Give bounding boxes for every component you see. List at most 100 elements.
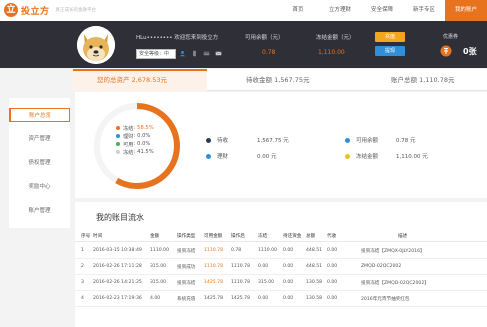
ledger-cell-time: 2016-02-23 17:19:36 [93, 296, 142, 301]
nav-invest[interactable]: 立方理财 [319, 0, 361, 21]
ledger-row-divider [75, 274, 487, 275]
page-root: 立 投立方 真正成长的金融平台 首页 立方理财 安全保障 新手专区 我的账户 H… [0, 0, 487, 327]
card-verify-icon[interactable] [203, 50, 210, 57]
logo-mark-icon: 立 [4, 3, 18, 17]
sidebar-item-account[interactable]: 账户管理 [9, 204, 70, 218]
ledger-header [75, 231, 487, 242]
ledger-header-time: 时间 [93, 234, 103, 239]
ledger-cell-total: 130.58 [306, 296, 323, 301]
ledger-cell-time: 2016-03-15 10:38:49 [93, 248, 142, 253]
ledger-cell-after: 1425.78 [231, 296, 250, 301]
legend-dot-icon [116, 126, 120, 130]
legend-item: 冻结: 41.5% [116, 148, 154, 156]
legend-dot-icon [116, 150, 120, 154]
logo-slogan: 真正成长的金融平台 [55, 8, 97, 13]
ledger-cell-collect: 0.00 [327, 280, 338, 285]
user-verify-icon[interactable] [179, 50, 186, 57]
frozen-item: 冻结金额 [345, 152, 378, 160]
ledger-cell-frozen: 0.00 [258, 264, 269, 269]
donut-legend: 冻结: 58.5% 理财: 0.0% 可用: 0.0% 冻结: 41.5% [116, 124, 154, 156]
email-verify-icon[interactable] [215, 50, 222, 57]
legend-item: 冻结: 58.5% [116, 124, 154, 132]
avatar[interactable] [77, 26, 115, 64]
legend-dot-icon [116, 134, 120, 138]
finance-dot-icon [206, 153, 211, 159]
logo[interactable]: 立 投立方 真正成长的金融平台 [4, 3, 96, 17]
ledger-cell-due: 0.00 [283, 296, 294, 301]
ledger-cell-available: 1110.78 [204, 264, 223, 269]
ledger-cell-frozen: 315.00 [258, 280, 275, 285]
available-dot-icon [345, 137, 350, 143]
ledger-cell-desc: 2016年元宵节抽奖红包 [361, 297, 410, 302]
ledger-cell-due: 0.00 [283, 280, 294, 285]
ledger-title: 我的账目流水 [96, 213, 144, 222]
ledger-cell-available: 1110.78 [204, 248, 223, 253]
main-nav: 首页 立方理财 安全保障 新手专区 我的账户 [277, 0, 487, 21]
ledger-header-type: 操作类型 [177, 234, 196, 239]
tab-total-assets[interactable]: 您的总资产 2,678.53元 [97, 69, 167, 91]
ledger-cell-collect: 0.00 [327, 248, 338, 253]
withdraw-button[interactable]: 提现 [375, 46, 405, 56]
username: HLu•••••••• 欢迎您来到投立方 [136, 35, 219, 41]
charge-button[interactable]: 充值 [375, 32, 405, 42]
frozen-amount-label: 冻结金额（元） [316, 35, 355, 41]
nav-newbie[interactable]: 新手专区 [403, 0, 445, 21]
ledger-cell-time: 2016-02-26 14:21:25 [93, 280, 142, 285]
ledger-cell-index: 2 [81, 264, 84, 269]
ledger-cell-type: 投资冻结 [177, 281, 196, 286]
ledger-cell-frozen: 1110.00 [258, 248, 277, 253]
summary-tabs: 您的总资产 2,678.53元 待收金额 1,567.75元 账户总额 1,11… [73, 69, 487, 91]
coupon-icon[interactable] [440, 45, 452, 57]
ledger-cell-desc: 投资冻结【ZMQD-02QC2002】 [361, 281, 429, 286]
nav-my-account[interactable]: 我的账户 [445, 0, 487, 21]
top-nav: 立 投立方 真正成长的金融平台 首页 立方理财 安全保障 新手专区 我的账户 [0, 0, 487, 21]
sidebar-item-claims[interactable]: 债权管理 [9, 156, 70, 170]
ledger-cell-collect: 0.00 [327, 264, 338, 269]
ledger-cell-amount: 315.00 [150, 264, 167, 269]
sidebar-item-rewards[interactable]: 奖励中心 [9, 180, 70, 194]
pending-amount-value: 1,567.75 元 [257, 138, 289, 144]
ledger-cell-index: 3 [81, 280, 84, 285]
ledger-cell-time: 2016-02-26 17:11:28 [93, 264, 142, 269]
ledger-header-total: 总额 [306, 234, 316, 239]
tab-pending-amount[interactable]: 待收金额 1,567.75元 [246, 69, 310, 91]
ledger-cell-desc: 投资冻结【ZMQX-0JLY2016】 [361, 249, 425, 254]
nav-home[interactable]: 首页 [277, 0, 319, 21]
pending-dot-icon [206, 137, 211, 143]
frozen-value: 1,110.00 元 [396, 154, 428, 160]
profile-band [0, 21, 487, 68]
available-item: 可用余额 [345, 136, 378, 144]
ledger-cell-due: 0.00 [283, 264, 294, 269]
finance-amount-value: 0.00 元 [257, 154, 277, 160]
tab-account-total[interactable]: 账户总额 1,110.78元 [391, 69, 455, 91]
ledger-header-index: 序号 [81, 234, 91, 239]
ledger-cell-after: 0.78 [231, 248, 242, 253]
logo-name: 投立方 [21, 6, 50, 17]
ledger-cell-index: 1 [81, 248, 84, 253]
phone-verify-icon[interactable] [191, 50, 198, 57]
sidebar-item-assets[interactable]: 资产管理 [9, 132, 70, 146]
sidebar: 账户总览 资产管理 债权管理 奖励中心 账户管理 [9, 98, 70, 228]
ledger-cell-amount: 1110.00 [150, 248, 169, 253]
coupon-label: 优惠券 [443, 34, 459, 40]
ledger-cell-desc: ZMQD-02QC2002 [361, 264, 402, 269]
verify-icons [179, 50, 222, 57]
available-balance-label: 可用余额（元） [245, 35, 284, 41]
legend-item: 可用: 0.0% [116, 140, 154, 148]
frozen-dot-icon [345, 153, 350, 159]
ledger-cell-total: 448.51 [306, 248, 323, 253]
security-level[interactable]: 安全等级：中 [136, 49, 176, 59]
ledger-cell-available: 1425.78 [204, 280, 223, 285]
ledger-cell-index: 4 [81, 296, 84, 301]
ledger-cell-due: 0.00 [283, 248, 294, 253]
nav-security[interactable]: 安全保障 [361, 0, 403, 21]
sidebar-item-overview[interactable]: 账户总览 [9, 108, 70, 122]
available-value: 0.78 元 [396, 138, 416, 144]
ledger-header-after: 操作后 [231, 234, 245, 239]
frozen-amount-value: 1,110.00 [318, 49, 345, 56]
legend-item: 理财: 0.0% [116, 132, 154, 140]
coupon-count: 0张 [463, 47, 477, 56]
ledger-cell-type: 投资冻结 [177, 249, 196, 254]
ledger-header-collect: 代收 [327, 234, 337, 239]
ledger-cell-available: 1425.78 [204, 296, 223, 301]
